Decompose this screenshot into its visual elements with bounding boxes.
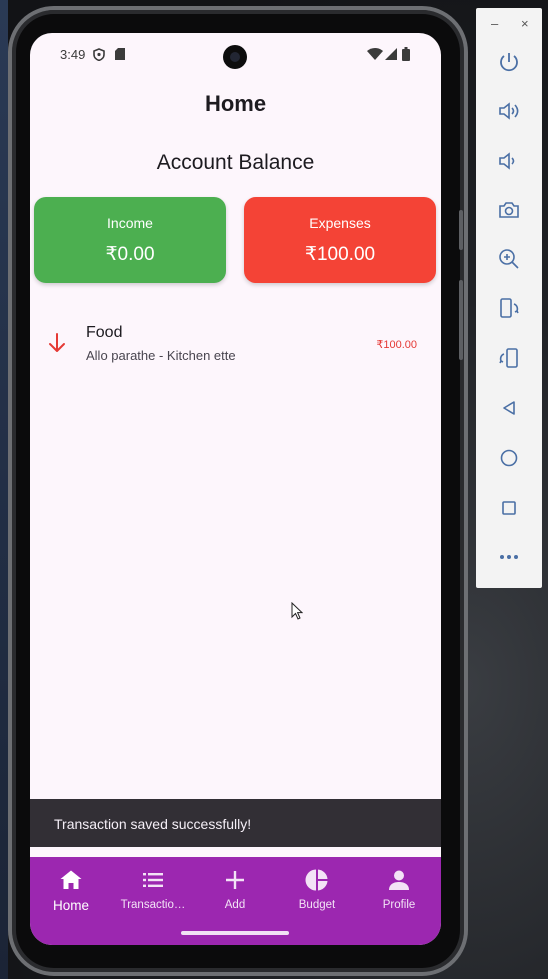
power-side-button [459,210,463,250]
nav-label-home: Home [52,898,89,913]
shield-icon [93,48,105,61]
income-label: Income [107,215,153,231]
mouse-cursor-icon [291,602,303,620]
plus-icon [226,871,244,889]
phone-screen: 3:49 Home Account Balance Income ₹0.00 E… [30,33,441,945]
emulator-side-panel: – × [476,8,542,588]
nav-label-add: Add [224,899,246,911]
home-circle-icon[interactable] [497,446,521,470]
overview-icon[interactable] [497,496,521,520]
income-card: Income ₹0.00 [34,197,226,283]
signal-icon [385,48,397,60]
account-balance-heading: Account Balance [156,151,315,174]
wifi-icon [367,48,383,60]
nav-item-home[interactable]: Home [30,857,112,921]
nav-item-profile[interactable]: Profile [358,857,440,921]
status-bar: 3:49 [30,33,441,77]
rotate-left-icon[interactable] [497,296,521,320]
income-value: ₹0.00 [105,244,155,265]
volume-down-icon[interactable] [497,149,521,173]
person-icon [389,870,409,890]
minimize-button[interactable]: – [491,16,498,31]
transaction-subtitle: Allo parathe - Kitchen ette [86,348,236,363]
snackbar: Transaction saved successfully! [30,799,441,847]
sd-card-icon [115,48,125,60]
rotate-right-icon[interactable] [497,346,521,370]
expenses-card: Expenses ₹100.00 [244,197,436,283]
nav-label-profile: Profile [382,899,416,911]
nav-item-transactions[interactable]: Transactio… [112,857,194,921]
nav-item-budget[interactable]: Budget [276,857,358,921]
volume-up-icon[interactable] [497,99,521,123]
battery-icon [402,47,410,61]
nav-item-add[interactable]: Add [194,857,276,921]
pie-chart-icon [305,869,328,891]
camera-icon[interactable] [497,198,521,222]
transaction-list-item[interactable]: Food Allo parathe - Kitchen ette ₹100.00 [30,313,441,373]
gesture-home-indicator[interactable] [181,931,289,935]
expenses-label: Expenses [309,215,371,231]
back-icon[interactable] [497,396,521,420]
home-icon [60,870,82,889]
nav-label-transactions: Transactio… [120,899,186,911]
page-title: Home [204,91,267,116]
front-camera [223,45,247,69]
list-icon [143,873,163,887]
snackbar-message: Transaction saved successfully! [54,816,252,832]
arrow-down-icon [49,333,65,352]
bottom-navigation-bar: Home Transactio… Add Budget Profile [30,857,441,945]
expenses-value: ₹100.00 [304,244,376,265]
volume-side-button [459,280,463,360]
close-button[interactable]: × [521,16,529,31]
more-icon[interactable] [497,545,521,569]
status-time: 3:49 [60,47,86,62]
transaction-amount: ₹100.00 [376,339,417,351]
nav-label-budget: Budget [298,899,336,911]
desktop-edge [0,0,8,979]
zoom-in-icon[interactable] [497,247,521,271]
power-icon[interactable] [497,50,521,74]
transaction-title: Food [86,324,123,341]
